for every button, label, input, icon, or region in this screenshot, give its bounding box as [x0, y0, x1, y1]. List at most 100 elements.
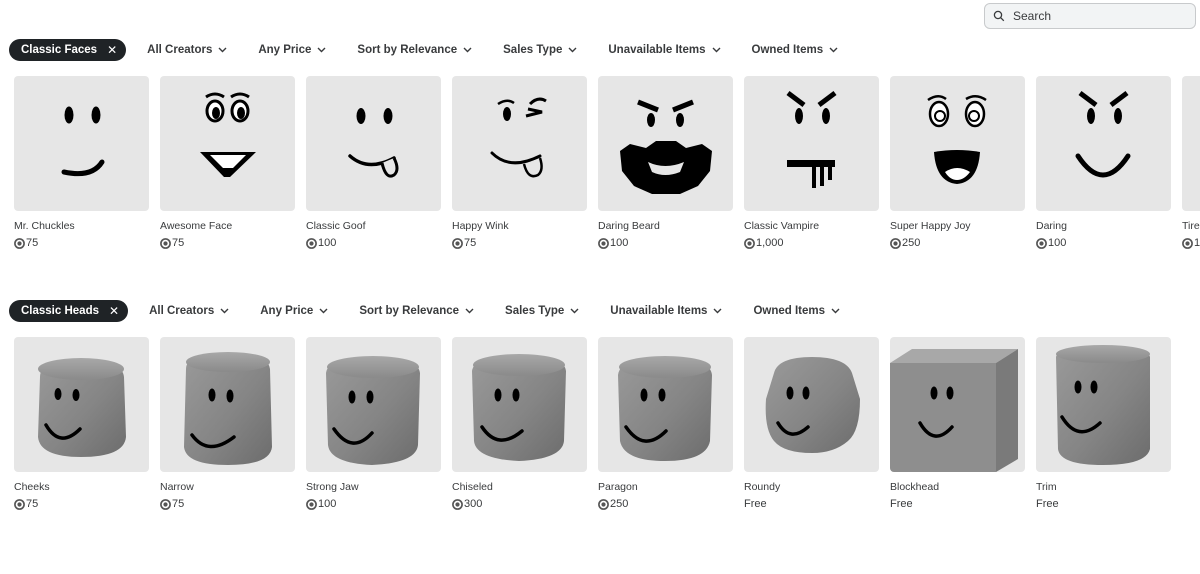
close-icon[interactable]: ✕: [107, 43, 117, 57]
sort-by-dropdown[interactable]: Sort by Relevance: [357, 44, 472, 56]
all-creators-dropdown[interactable]: All Creators: [149, 305, 229, 317]
robux-icon: [14, 237, 25, 249]
dropdown-label: Owned Items: [753, 305, 826, 317]
item-card[interactable]: Trim Free: [1036, 337, 1171, 510]
any-price-dropdown[interactable]: Any Price: [258, 44, 326, 56]
robux-icon: [598, 498, 609, 510]
item-card[interactable]: Paragon 250: [598, 337, 733, 510]
item-price: 1: [1194, 237, 1200, 249]
dropdown-label: All Creators: [147, 44, 213, 56]
classic-vampire-face-icon: [786, 91, 837, 188]
item-price: Free: [1036, 498, 1059, 510]
chevron-down-icon: [712, 47, 721, 53]
sales-type-dropdown[interactable]: Sales Type: [505, 305, 579, 317]
item-card[interactable]: Cheeks 75: [14, 337, 149, 510]
search-box[interactable]: [984, 3, 1196, 29]
item-card[interactable]: Super Happy Joy 250: [890, 76, 1025, 249]
item-name: Classic Goof: [306, 220, 366, 232]
chevron-down-icon: [568, 47, 577, 53]
trim-head-icon: [1056, 345, 1150, 465]
dropdown-label: Any Price: [260, 305, 314, 317]
item-name: Roundy: [744, 481, 781, 493]
dropdown-label: Unavailable Items: [608, 44, 706, 56]
item-price: 1,000: [756, 237, 784, 249]
super-happy-joy-face-icon: [927, 95, 987, 184]
dropdown-label: Sort by Relevance: [359, 305, 460, 317]
item-price: 75: [464, 237, 477, 249]
awesome-face-icon: [200, 92, 256, 177]
tired-face-icon: [1182, 76, 1200, 211]
narrow-head-icon: [184, 352, 272, 465]
dropdown-label: Sales Type: [505, 305, 565, 317]
robux-icon: [744, 237, 755, 249]
chip-label: Classic Faces: [21, 44, 98, 56]
heads-grid: Cheeks 75 Narrow 75 Strong Jaw 100 Chise…: [14, 337, 1182, 510]
dropdown-label: Sort by Relevance: [357, 44, 458, 56]
dropdown-label: Any Price: [258, 44, 312, 56]
chevron-down-icon: [831, 308, 840, 314]
owned-items-dropdown[interactable]: Owned Items: [752, 44, 839, 56]
owned-items-dropdown[interactable]: Owned Items: [753, 305, 840, 317]
dropdown-label: Owned Items: [751, 44, 824, 56]
item-name: Strong Jaw: [306, 481, 359, 493]
classic-heads-chip[interactable]: Classic Heads ✕: [9, 300, 129, 322]
item-name: Narrow: [160, 481, 194, 493]
item-card[interactable]: Narrow 75: [160, 337, 295, 510]
daring-face-icon: [1075, 91, 1131, 178]
chevron-down-icon: [463, 47, 472, 53]
item-price: 75: [172, 498, 185, 510]
item-name: Tire: [1182, 220, 1200, 232]
item-card[interactable]: Awesome Face 75: [160, 76, 295, 249]
robux-icon: [306, 498, 317, 510]
item-price: 100: [318, 237, 337, 249]
item-name: Trim: [1036, 481, 1057, 493]
sort-by-dropdown[interactable]: Sort by Relevance: [359, 305, 474, 317]
item-name: Mr. Chuckles: [14, 220, 75, 232]
chevron-down-icon: [220, 308, 229, 314]
robux-icon: [598, 237, 609, 249]
item-price: 100: [318, 498, 337, 510]
search-input[interactable]: [1011, 8, 1185, 24]
close-icon[interactable]: ✕: [109, 304, 119, 318]
item-price: 100: [1048, 237, 1067, 249]
chevron-down-icon: [570, 308, 579, 314]
happy-wink-face-icon: [490, 97, 547, 178]
robux-icon: [160, 237, 171, 249]
any-price-dropdown[interactable]: Any Price: [260, 305, 328, 317]
sales-type-dropdown[interactable]: Sales Type: [503, 44, 577, 56]
item-card[interactable]: Blockhead Free: [890, 337, 1025, 510]
item-card[interactable]: Daring 100: [1036, 76, 1171, 249]
item-card[interactable]: Daring Beard 100: [598, 76, 733, 249]
item-card[interactable]: Mr. Chuckles 75: [14, 76, 149, 249]
item-card[interactable]: Tire 1: [1182, 76, 1200, 249]
item-name: Blockhead: [890, 481, 940, 493]
robux-icon: [452, 237, 463, 249]
all-creators-dropdown[interactable]: All Creators: [147, 44, 227, 56]
chevron-down-icon: [218, 47, 227, 53]
item-card[interactable]: Strong Jaw 100: [306, 337, 441, 510]
faces-filter-bar: Classic Faces ✕ All Creators Any Price S…: [9, 39, 838, 61]
item-card[interactable]: Chiseled 300: [452, 337, 587, 510]
blockhead-head-icon: [890, 349, 1018, 472]
classic-faces-chip[interactable]: Classic Faces ✕: [9, 39, 127, 61]
heads-filter-bar: Classic Heads ✕ All Creators Any Price S…: [9, 300, 840, 322]
mr-chuckles-face-icon: [61, 106, 105, 177]
item-name: Classic Vampire: [744, 220, 820, 232]
classic-goof-face-icon: [348, 108, 399, 178]
item-name: Daring: [1036, 220, 1067, 232]
robux-icon: [306, 237, 317, 249]
item-price: 75: [26, 237, 39, 249]
unavailable-items-dropdown[interactable]: Unavailable Items: [610, 305, 722, 317]
search-icon: [993, 10, 1005, 22]
item-card[interactable]: Classic Goof 100: [306, 76, 441, 249]
item-card[interactable]: Classic Vampire 1,000: [744, 76, 879, 249]
item-card[interactable]: Roundy Free: [744, 337, 879, 510]
unavailable-items-dropdown[interactable]: Unavailable Items: [608, 44, 721, 56]
item-price: 75: [172, 237, 185, 249]
robux-icon: [452, 498, 463, 510]
chevron-down-icon: [319, 308, 328, 314]
item-card[interactable]: Happy Wink 75: [452, 76, 587, 249]
item-name: Paragon: [598, 481, 638, 493]
item-price: 100: [610, 237, 629, 249]
item-price: 75: [26, 498, 39, 510]
